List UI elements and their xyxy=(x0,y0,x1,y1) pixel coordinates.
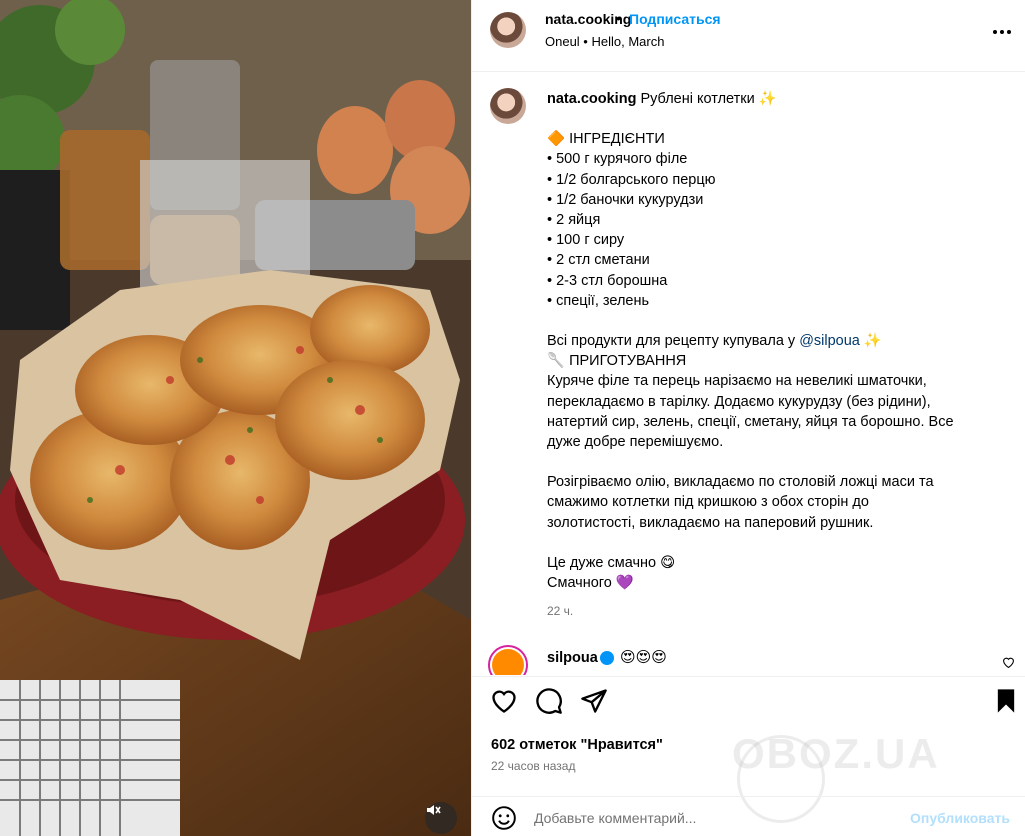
comment-row: silpoua 😍😍😍 xyxy=(472,640,1025,675)
ingredient-item: • 500 г курячого філе xyxy=(547,151,688,168)
post-details-panel: nata.cooking • Подписаться Oneul • Hello… xyxy=(471,0,1025,836)
prep-text-line: перекладаємо в тарілку. Додаємо кукурудз… xyxy=(547,393,931,410)
author-avatar[interactable] xyxy=(490,12,526,48)
more-options-button[interactable] xyxy=(990,20,1014,44)
prep-text-line: дуже добре перемішуємо. xyxy=(547,434,724,451)
commenter-avatar[interactable] xyxy=(488,645,528,675)
ingredient-item: • 1/2 болгарського перцю xyxy=(547,171,716,188)
post-time-ago[interactable]: 22 часов назад xyxy=(491,759,575,773)
ingredient-item: • 2 яйця xyxy=(547,212,601,229)
photo-illustration xyxy=(0,0,471,836)
like-heart-icon[interactable] xyxy=(490,687,518,715)
audio-track[interactable]: Oneul • Hello, March xyxy=(545,34,664,49)
caption-title: Рублені котлетки ✨ xyxy=(640,91,777,107)
ingredient-item: • спеції, зелень xyxy=(547,292,650,309)
save-bookmark-icon[interactable] xyxy=(992,687,1020,715)
comment-text: 😍😍😍 xyxy=(620,649,667,666)
separator-dot: • xyxy=(616,10,621,26)
bought-line: Всі продукти для рецепту купувала у @sil… xyxy=(547,331,997,351)
prep-header: 🥄 ПРИГОТУВАННЯ xyxy=(547,353,687,370)
ingredient-item: • 100 г сиру xyxy=(547,232,625,249)
ingredient-item: • 2-3 стл борошна xyxy=(547,272,668,289)
more-dots-icon xyxy=(993,30,1011,34)
watermark: OBOZ.UA xyxy=(732,730,940,777)
silpo-mention-link[interactable]: @silpoua xyxy=(799,333,860,349)
bought-suffix: ✨ xyxy=(859,333,882,350)
prep-text-line: натертий сир, зелень, спеції, сметану, я… xyxy=(547,413,954,430)
bought-text: Всі продукти для рецепту купувала у xyxy=(547,333,800,350)
prep-text-line: Розігріваємо олію, викладаємо по столові… xyxy=(547,474,934,491)
comment-input[interactable] xyxy=(534,805,894,831)
caption-title-line: nata.cooking Рублені котлетки ✨ xyxy=(547,89,997,109)
comment-like-heart-icon[interactable] xyxy=(1002,656,1015,668)
add-comment-bar: Опубликовать xyxy=(472,796,1025,836)
post-caption: nata.cooking Рублені котлетки ✨ 🔶 ІНГРЕД… xyxy=(547,89,997,593)
mute-button[interactable] xyxy=(425,802,457,834)
closing-line: Це дуже смачно 😋 xyxy=(547,554,676,571)
follow-button[interactable]: Подписаться xyxy=(629,11,721,27)
emoji-smiley-icon[interactable] xyxy=(491,805,517,831)
prep-text-line: золотистості, викладаємо на паперовий ру… xyxy=(547,514,874,531)
silpo-logo-icon xyxy=(492,649,524,675)
ingredient-item: • 2 стл сметани xyxy=(547,252,650,269)
publish-comment-button[interactable]: Опубликовать xyxy=(910,810,1010,826)
verified-badge-icon xyxy=(600,651,614,665)
commenter-username[interactable]: silpoua xyxy=(547,650,598,666)
caption-username[interactable]: nata.cooking xyxy=(547,91,636,107)
comment-bubble-icon[interactable] xyxy=(535,687,563,715)
likes-count[interactable]: 602 отметок "Нравится" xyxy=(491,737,663,753)
post-photo[interactable] xyxy=(0,0,471,836)
closing-line: Смачного 💜 xyxy=(547,575,634,592)
caption-time[interactable]: 22 ч. xyxy=(547,604,573,618)
post-header: nata.cooking • Подписаться Oneul • Hello… xyxy=(472,0,1025,72)
share-send-icon[interactable] xyxy=(580,687,608,715)
caption-avatar[interactable] xyxy=(490,88,526,124)
prep-text-line: смажимо котлетки під кришкою з обох стор… xyxy=(547,494,869,511)
ingredient-item: • 1/2 баночки кукурудзи xyxy=(547,191,704,208)
prep-text-line: Куряче філе та перець нарізаємо на невел… xyxy=(547,373,927,390)
ingredients-header: 🔶 ІНГРЕДІЄНТИ xyxy=(547,131,665,148)
speaker-muted-icon xyxy=(427,805,441,815)
